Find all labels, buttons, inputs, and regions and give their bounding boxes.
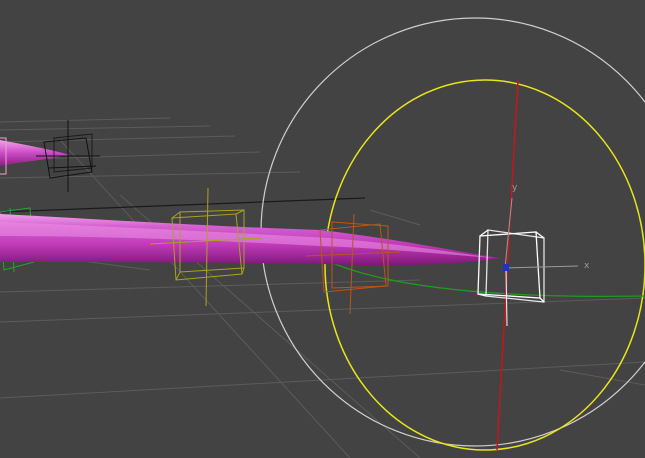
gizmo-y-label: y — [512, 183, 518, 193]
viewport-canvas[interactable]: x y — [0, 0, 645, 458]
gizmo-pivot[interactable] — [503, 264, 509, 271]
scene-spline — [0, 197, 366, 213]
3d-viewport[interactable]: x y — [0, 0, 645, 458]
bone-box-black[interactable] — [36, 120, 100, 192]
transform-gizmo[interactable]: x y — [503, 183, 590, 327]
gizmo-x-label: x — [584, 261, 590, 271]
bone-tube-small[interactable] — [0, 140, 70, 166]
home-grid — [0, 117, 645, 458]
gizmo-x-axis[interactable] — [504, 265, 579, 269]
bone-box-active[interactable] — [477, 229, 545, 303]
